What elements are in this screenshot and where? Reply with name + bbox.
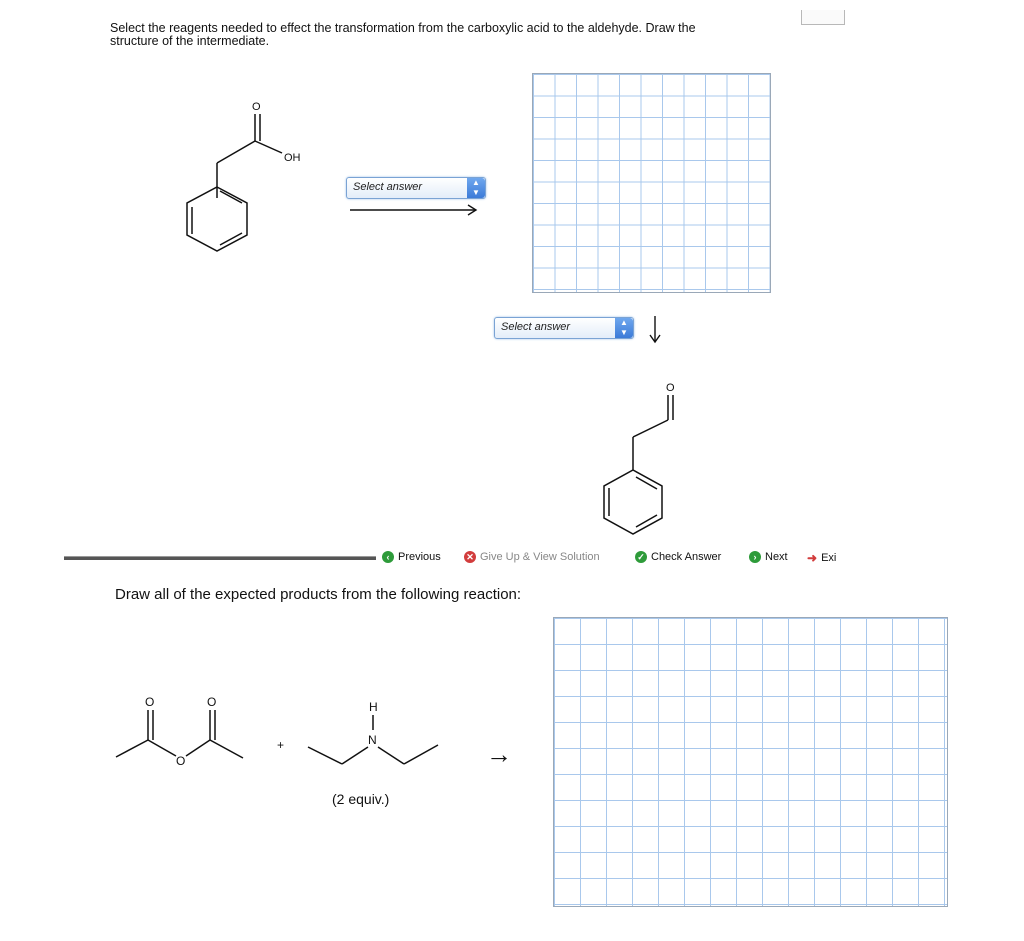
previous-icon: ‹ [382,551,394,563]
question1-prompt-line2: structure of the intermediate. [110,34,270,48]
previous-button[interactable]: ‹ Previous [382,551,441,563]
question2-prompt: Draw all of the expected products from t… [115,586,522,603]
reagent-select-2[interactable]: Select answer ▲ ▼ [494,317,634,339]
check-icon: ✓ [635,551,647,563]
phenylacetic-acid-structure: O OH [186,101,301,252]
reaction-arrow-icon: → [486,739,512,769]
amine-h-label: H [369,700,378,714]
acetic-anhydride-structure: O O O [115,695,244,768]
next-button[interactable]: › Next [749,551,788,563]
aldehyde-o-label: O [666,382,675,394]
anhydride-o2-label: O [207,695,216,709]
intermediate-drawing-canvas[interactable] [532,73,771,293]
hydroxyl-label: OH [284,152,301,164]
check-answer-button[interactable]: ✓ Check Answer [635,551,721,563]
anhydride-o1-label: O [145,695,154,709]
exit-label: Exi [821,552,837,564]
phenylacetaldehyde-structure: O [603,382,675,535]
carbonyl-o-label: O [252,101,261,113]
plus-sign: + [277,738,285,752]
check-answer-label: Check Answer [651,551,722,563]
products-drawing-canvas[interactable] [553,617,948,907]
exit-button[interactable]: ➜ Exi [807,551,836,565]
diethylamine-structure: H N [307,700,439,765]
arrow-right-icon [350,204,478,216]
give-up-label: Give Up & View Solution [480,551,600,563]
reagent-select-1[interactable]: Select answer ▲ ▼ [346,177,486,199]
arrow-down-icon [649,316,661,344]
anhydride-bridge-o-label: O [176,754,185,768]
exit-icon: ➜ [807,551,818,565]
reagent-select-2-value: Select answer [501,321,571,333]
reagent-select-1-value: Select answer [353,181,423,193]
hint-slider-track[interactable] [64,556,376,560]
corner-tab[interactable] [801,10,845,25]
give-up-button[interactable]: ✕ Give Up & View Solution [464,551,600,563]
next-icon: › [749,551,761,563]
next-label: Next [765,551,788,563]
give-up-icon: ✕ [464,551,476,563]
chevron-updown-icon: ▲ ▼ [615,318,633,338]
amine-n-label: N [368,733,377,747]
equiv-label: (2 equiv.) [332,791,390,807]
navigation-bar: ‹ Previous ✕ Give Up & View Solution ✓ C… [62,548,852,568]
chevron-updown-icon: ▲ ▼ [467,178,485,198]
question1-prompt: Select the reagents needed to effect the… [110,22,820,48]
previous-label: Previous [398,551,441,563]
